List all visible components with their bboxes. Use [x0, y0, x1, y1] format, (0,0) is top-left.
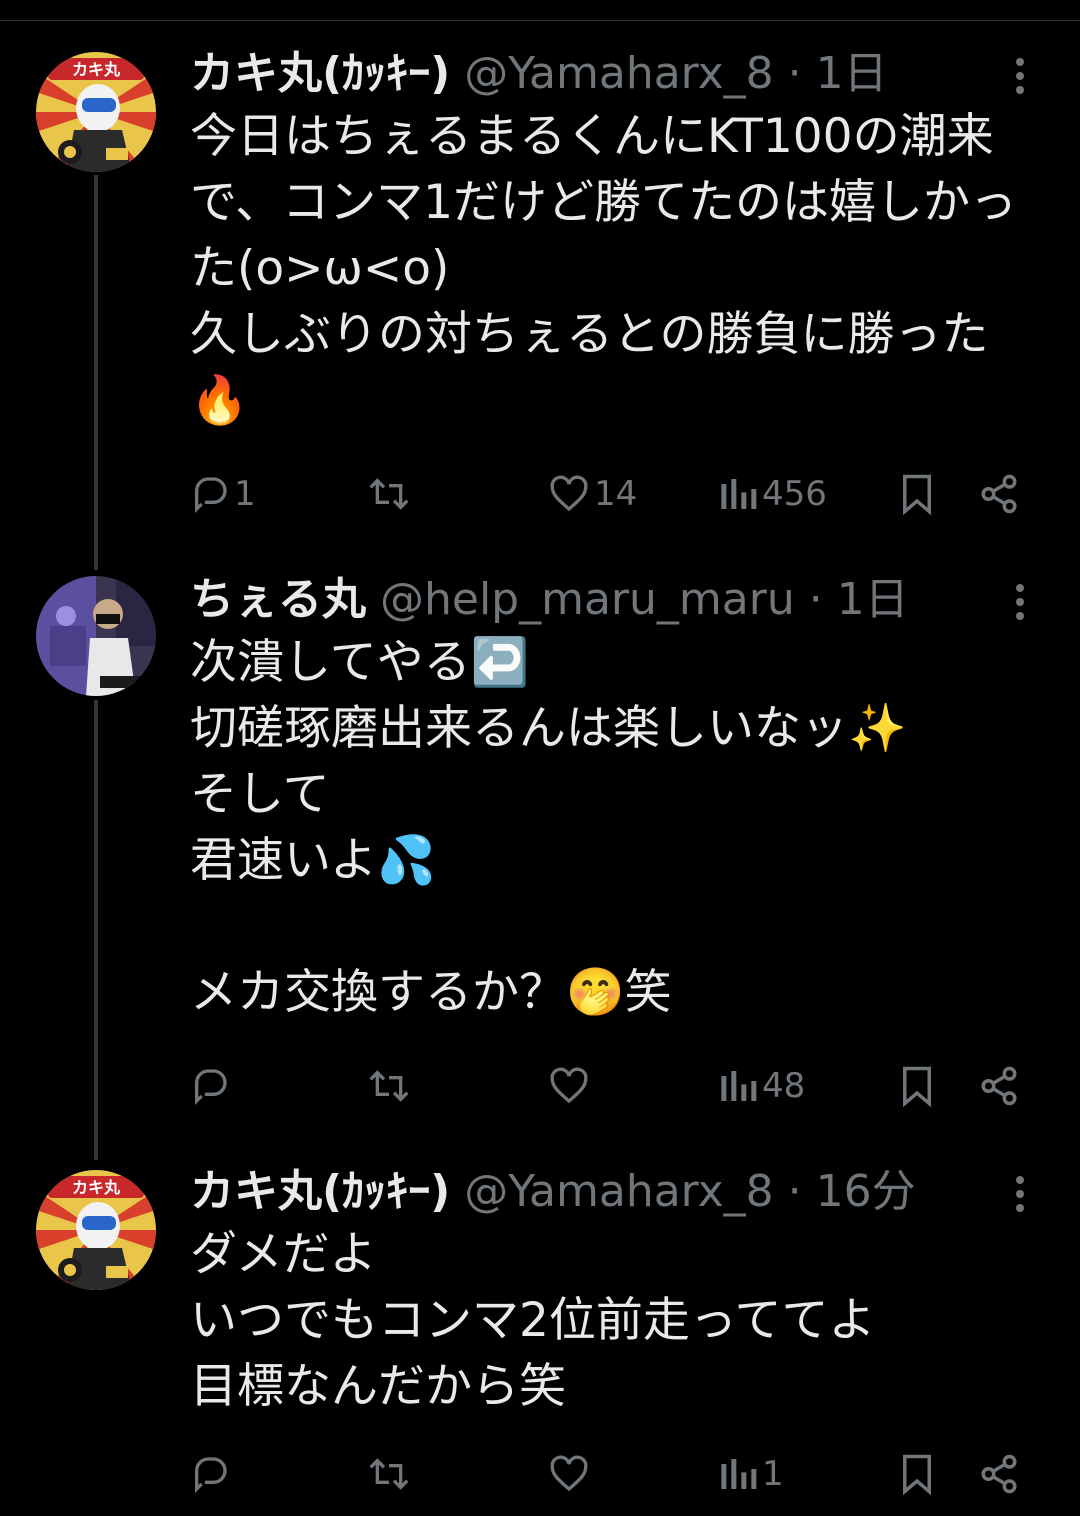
- avatar[interactable]: [36, 576, 156, 696]
- bookmark-icon: [903, 474, 931, 515]
- timestamp[interactable]: 16分: [816, 1166, 916, 1217]
- view-count: 456: [762, 474, 827, 514]
- share-icon: [981, 474, 1017, 514]
- timestamp[interactable]: 1日: [816, 48, 888, 99]
- user-handle[interactable]: @Yamaharx_8: [464, 1166, 773, 1217]
- views-button[interactable]: 1: [718, 1444, 784, 1504]
- reply-icon: [195, 477, 227, 514]
- bookmark-icon: [903, 1454, 931, 1495]
- user-handle[interactable]: @Yamaharx_8: [464, 48, 773, 99]
- share-icon: [981, 1454, 1017, 1494]
- avatar[interactable]: カキ丸: [36, 52, 156, 172]
- display-name[interactable]: カキ丸(ｶｯｷｰ): [190, 48, 450, 99]
- view-count: 1: [762, 1454, 784, 1494]
- tweet-header: カキ丸(ｶｯｷｰ) @Yamaharx_8 · 16分: [190, 1164, 916, 1220]
- avatar-badge-text: カキ丸: [72, 1178, 121, 1197]
- avatar[interactable]: カキ丸: [36, 1170, 156, 1290]
- timestamp[interactable]: 1日: [837, 574, 909, 625]
- user-handle[interactable]: @help_maru_maru: [380, 574, 795, 625]
- avatar-badge-text: カキ丸: [72, 60, 121, 79]
- more-icon[interactable]: [1000, 574, 1040, 630]
- tweet-actions: 1: [0, 1444, 1080, 1504]
- more-icon[interactable]: [1000, 1166, 1040, 1222]
- bookmark-icon: [903, 1066, 931, 1107]
- share-icon: [981, 1066, 1017, 1106]
- share-button[interactable]: [978, 1056, 1020, 1116]
- more-icon[interactable]: [1000, 48, 1040, 104]
- share-button[interactable]: [978, 1444, 1020, 1504]
- views-icon: [721, 1459, 757, 1489]
- separator-dot: ·: [787, 48, 802, 99]
- bookmark-button[interactable]: [898, 1444, 936, 1504]
- reply-icon: [195, 1069, 227, 1106]
- separator-dot: ·: [787, 1166, 802, 1217]
- views-icon: [721, 1071, 757, 1101]
- reply-icon: [195, 1457, 227, 1494]
- like-button[interactable]: [548, 1056, 594, 1116]
- share-button[interactable]: [978, 464, 1020, 524]
- like-count: 14: [594, 474, 638, 514]
- tweet-header: ちぇる丸 @help_maru_maru · 1日: [190, 572, 909, 628]
- top-divider: [0, 20, 1080, 21]
- retweet-icon: [369, 1458, 409, 1490]
- tweet-text: ダメだよ いつでもコンマ2位前走っててよ 目標なんだから笑: [190, 1227, 876, 1414]
- reply-button[interactable]: 1: [190, 464, 256, 524]
- tweet-text: 今日はちぇるまるくんにKT100の潮来で、コンマ1だけど勝てたのは嬉しかった(o…: [190, 109, 1018, 428]
- like-button[interactable]: 14: [548, 464, 637, 524]
- reply-button[interactable]: [190, 1444, 234, 1504]
- retweet-button[interactable]: [366, 464, 416, 524]
- tweet[interactable]: カキ丸 カキ丸(ｶｯｷｰ) @Yamaharx_8 · 1日 今日はちぇるまるく…: [0, 46, 1080, 526]
- views-button[interactable]: 456: [718, 464, 827, 524]
- like-icon: [550, 1067, 588, 1104]
- tweet-header: カキ丸(ｶｯｷｰ) @Yamaharx_8 · 1日: [190, 46, 888, 102]
- retweet-button[interactable]: [366, 1444, 416, 1504]
- bookmark-button[interactable]: [898, 1056, 936, 1116]
- retweet-button[interactable]: [366, 1056, 416, 1116]
- tweet[interactable]: カキ丸 カキ丸(ｶｯｷｰ) @Yamaharx_8 · 16分 ダメだよ いつで…: [0, 1164, 1080, 1516]
- reply-button[interactable]: [190, 1056, 234, 1116]
- reply-count: 1: [234, 474, 256, 514]
- tweet-text: 次潰してやる↩️ 切磋琢磨出来るんは楽しいなッ✨ そして 君速いよ💦 メカ交換す…: [190, 635, 907, 1020]
- bookmark-button[interactable]: [898, 464, 936, 524]
- view-count: 48: [762, 1066, 806, 1106]
- like-button[interactable]: [548, 1444, 594, 1504]
- tweet[interactable]: ちぇる丸 @help_maru_maru · 1日 次潰してやる↩️ 切磋琢磨出…: [0, 572, 1080, 1132]
- display-name[interactable]: カキ丸(ｶｯｷｰ): [190, 1166, 450, 1217]
- like-icon: [550, 1455, 588, 1492]
- separator-dot: ·: [808, 574, 823, 625]
- views-button[interactable]: 48: [718, 1056, 805, 1116]
- retweet-icon: [369, 478, 409, 510]
- tweet-actions: 48: [0, 1056, 1080, 1116]
- tweet-actions: 1 14 456: [0, 464, 1080, 524]
- like-icon: [550, 475, 588, 512]
- retweet-icon: [369, 1070, 409, 1102]
- views-icon: [721, 479, 757, 509]
- display-name[interactable]: ちぇる丸: [190, 574, 366, 625]
